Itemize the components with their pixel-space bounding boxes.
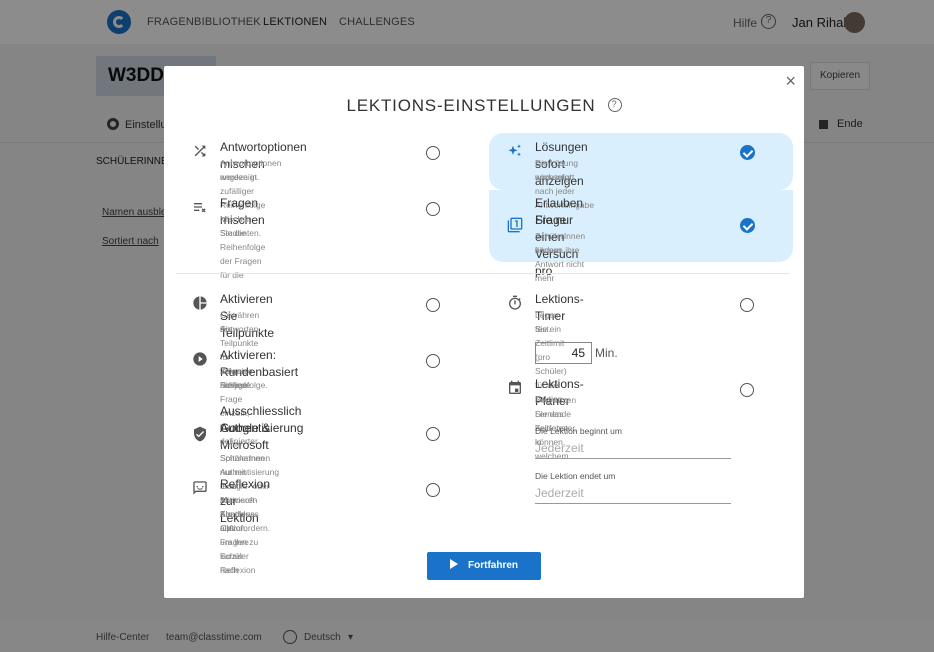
setting-description: Abschluss aller Fragen zu kurzer Reflexi… — [220, 509, 259, 575]
setting-description: fest. — [535, 324, 552, 334]
setting-description: Mischen Sie die Reihenfolge der Fragen f… — [220, 214, 266, 280]
help-icon[interactable]: ? — [607, 98, 622, 112]
checked-show-solutions[interactable] — [740, 145, 755, 160]
shield-check-icon — [194, 426, 206, 442]
close-icon[interactable]: × — [785, 71, 796, 92]
setting-description: Reihenfolge. — [220, 380, 268, 390]
play-icon — [450, 559, 458, 569]
sparkle-icon — [508, 144, 521, 157]
setting-description: aufzufordern. — [220, 523, 271, 533]
setting-description: ändern. — [535, 245, 564, 255]
shuffle-icon — [194, 145, 206, 157]
radio-shuffle-answers[interactable] — [426, 146, 440, 160]
timer-unit: Min. — [595, 346, 618, 360]
setting-description: SchülerInnen können ihre Antwort nicht m… — [535, 231, 586, 283]
setting-description: angezeigt. — [535, 172, 575, 182]
playlist-shuffle-icon — [194, 203, 206, 213]
radio-partial-points[interactable] — [426, 298, 440, 312]
radio-round-based[interactable] — [426, 354, 440, 368]
checked-single-attempt[interactable] — [740, 218, 755, 233]
comment-icon — [193, 481, 207, 495]
radio-planner[interactable] — [740, 383, 754, 397]
lesson-settings-dialog: × LEKTIONS-EINSTELLUNGEN? Antwortoptione… — [164, 66, 804, 598]
setting-title: Frage — [535, 213, 567, 227]
one-attempt-icon — [507, 217, 523, 233]
continue-button[interactable]: Fortfahren — [427, 552, 541, 580]
section-divider — [176, 273, 790, 274]
play-circle-icon — [193, 352, 207, 366]
end-time-label: Die Lektion endet um — [535, 471, 616, 481]
radio-shuffle-questions[interactable] — [426, 202, 440, 216]
radio-reflection[interactable] — [426, 483, 440, 497]
timer-minutes-input[interactable]: 45 — [535, 342, 592, 364]
dialog-title-text: LEKTIONS-EINSTELLUNGEN — [346, 96, 596, 115]
radio-timer[interactable] — [740, 298, 754, 312]
setting-title: Authentisierung — [220, 421, 304, 435]
start-time-label: Die Lektion beginnt um — [535, 426, 622, 436]
setting-description: Studenten. — [220, 228, 262, 238]
pie-chart-icon — [193, 296, 207, 310]
radio-google-ms-auth[interactable] — [426, 427, 440, 441]
dialog-title: LEKTIONS-EINSTELLUNGEN? — [164, 96, 804, 116]
start-time-input[interactable]: Jederzeit — [535, 439, 731, 459]
setting-description: angezeigt. — [220, 172, 260, 182]
stopwatch-icon — [509, 295, 521, 310]
end-time-input[interactable]: Jederzeit — [535, 484, 731, 504]
setting-description: Antworten. — [220, 324, 261, 334]
calendar-icon — [509, 380, 521, 394]
continue-label: Fortfahren — [468, 560, 518, 571]
